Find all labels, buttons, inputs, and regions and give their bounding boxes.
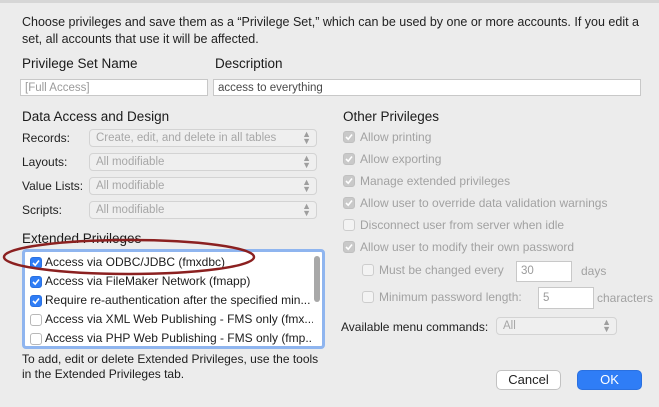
extended-help-text: To add, edit or delete Extended Privileg… [22, 352, 319, 381]
checkbox-checked-icon[interactable] [343, 197, 355, 209]
list-item-label: Access via PHP Web Publishing - FMS only… [45, 331, 313, 345]
list-item[interactable]: Access via PHP Web Publishing - FMS only… [25, 329, 313, 346]
min-length-label: Minimum password length: [379, 290, 522, 304]
allow-printing-label: Allow printing [360, 130, 432, 144]
checkbox-checked-icon[interactable] [343, 131, 355, 143]
privilege-set-name-field[interactable]: [Full Access] [20, 79, 208, 96]
list-scrollbar[interactable] [314, 256, 320, 302]
allow-exporting-label: Allow exporting [360, 152, 442, 166]
scripts-value: All modifiable [96, 204, 165, 216]
other-privileges-heading: Other Privileges [343, 109, 440, 124]
cancel-button[interactable]: Cancel [496, 370, 561, 390]
manage-extended-label: Manage extended privileges [360, 174, 511, 188]
records-label: Records: [22, 131, 71, 145]
title-bar-edge [0, 0, 659, 3]
min-length-unit: characters [597, 291, 654, 305]
checkbox-unchecked-icon[interactable] [30, 333, 42, 345]
ok-button[interactable]: OK [577, 370, 642, 390]
chevron-updown-icon: ▲ ▼ [302, 153, 311, 170]
checkbox-unchecked-icon[interactable] [362, 264, 374, 276]
must-change-label: Must be changed every [379, 263, 504, 277]
modify-password-label: Allow user to modify their own password [360, 240, 575, 254]
list-item-label: Require re-authentication after the spec… [45, 293, 311, 307]
data-access-heading: Data Access and Design [22, 109, 170, 124]
checkbox-checked-icon[interactable] [343, 153, 355, 165]
checkbox-unchecked-icon[interactable] [362, 291, 374, 303]
description-label: Description [215, 56, 283, 71]
intro-text: Choose privileges and save them as a “Pr… [22, 15, 639, 46]
menu-commands-value: All [503, 320, 516, 332]
allow-override-label: Allow user to override data validation w… [360, 196, 608, 210]
layouts-label: Layouts: [22, 155, 68, 169]
checkbox-unchecked-icon[interactable] [343, 219, 355, 231]
checkbox-checked-icon[interactable] [343, 241, 355, 253]
value-lists-label: Value Lists: [22, 179, 84, 193]
scripts-select[interactable]: All modifiable ▲ ▼ [89, 201, 317, 219]
menu-commands-select[interactable]: All ▲ ▼ [496, 317, 617, 335]
list-item[interactable]: Access via XML Web Publishing - FMS only… [25, 310, 313, 329]
layouts-select[interactable]: All modifiable ▲ ▼ [89, 153, 317, 171]
chevron-updown-icon: ▲ ▼ [302, 177, 311, 194]
value-lists-value: All modifiable [96, 180, 165, 192]
checkbox-unchecked-icon[interactable] [30, 314, 42, 326]
layouts-value: All modifiable [96, 156, 165, 168]
min-length-field[interactable]: 5 [538, 287, 594, 309]
checkbox-checked-icon[interactable] [30, 295, 42, 307]
checkbox-checked-icon[interactable] [343, 175, 355, 187]
disconnect-idle-label: Disconnect user from server when idle [360, 218, 565, 232]
list-item-label: Access via XML Web Publishing - FMS only… [45, 312, 313, 326]
must-change-unit: days [581, 264, 607, 278]
chevron-updown-icon: ▲ ▼ [602, 317, 611, 334]
chevron-updown-icon: ▲ ▼ [302, 201, 311, 218]
annotation-ellipse-icon [2, 238, 256, 276]
scripts-label: Scripts: [22, 203, 63, 217]
records-value: Create, edit, and delete in all tables [96, 132, 277, 144]
records-select[interactable]: Create, edit, and delete in all tables ▲… [89, 129, 317, 147]
list-item[interactable]: Require re-authentication after the spec… [25, 291, 313, 310]
privilege-set-name-label: Privilege Set Name [22, 56, 138, 71]
description-field[interactable]: access to everything [213, 79, 641, 96]
chevron-updown-icon: ▲ ▼ [302, 129, 311, 146]
value-lists-select[interactable]: All modifiable ▲ ▼ [89, 177, 317, 195]
menu-commands-label: Available menu commands: [341, 320, 489, 334]
must-change-days-field[interactable]: 30 [516, 261, 572, 282]
